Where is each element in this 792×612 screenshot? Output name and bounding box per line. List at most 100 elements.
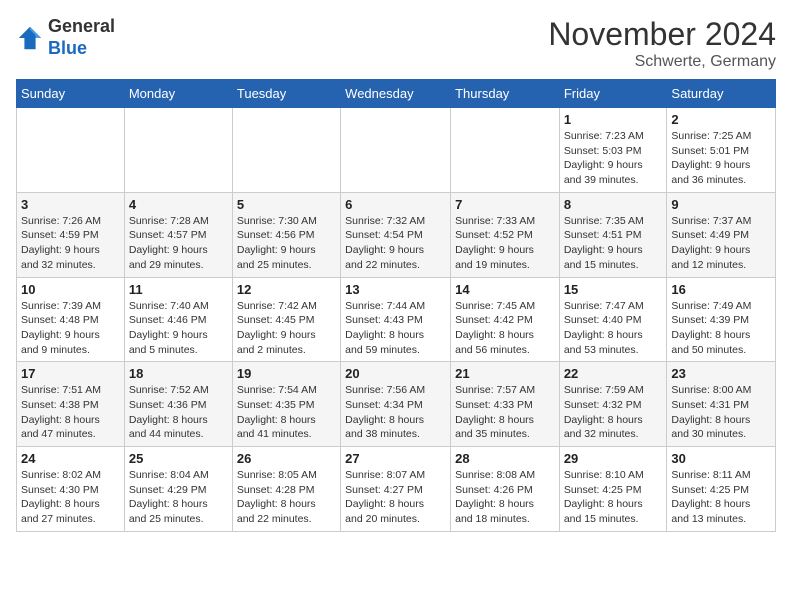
day-info: Sunrise: 8:04 AM Sunset: 4:29 PM Dayligh… <box>129 468 228 527</box>
calendar-cell: 21 Sunrise: 7:57 AM Sunset: 4:33 PM Dayli… <box>451 362 560 447</box>
month-title: November 2024 <box>548 16 776 53</box>
day-number: 4 <box>129 197 228 212</box>
calendar-cell <box>124 108 232 193</box>
calendar-cell: 20 Sunrise: 7:56 AM Sunset: 4:34 PM Dayli… <box>341 362 451 447</box>
day-number: 8 <box>564 197 663 212</box>
day-number: 7 <box>455 197 555 212</box>
calendar-cell: 10 Sunrise: 7:39 AM Sunset: 4:48 PM Dayli… <box>17 277 125 362</box>
logo-icon <box>16 24 44 52</box>
logo-text: General Blue <box>48 16 115 59</box>
day-number: 30 <box>671 451 771 466</box>
day-info: Sunrise: 7:49 AM Sunset: 4:39 PM Dayligh… <box>671 299 771 358</box>
day-info: Sunrise: 7:37 AM Sunset: 4:49 PM Dayligh… <box>671 214 771 273</box>
day-info: Sunrise: 8:05 AM Sunset: 4:28 PM Dayligh… <box>237 468 336 527</box>
day-number: 5 <box>237 197 336 212</box>
day-header-thursday: Thursday <box>451 80 560 108</box>
day-info: Sunrise: 8:11 AM Sunset: 4:25 PM Dayligh… <box>671 468 771 527</box>
day-info: Sunrise: 8:08 AM Sunset: 4:26 PM Dayligh… <box>455 468 555 527</box>
day-header-sunday: Sunday <box>17 80 125 108</box>
calendar-cell: 7 Sunrise: 7:33 AM Sunset: 4:52 PM Daylig… <box>451 192 560 277</box>
day-info: Sunrise: 7:40 AM Sunset: 4:46 PM Dayligh… <box>129 299 228 358</box>
calendar-cell <box>451 108 560 193</box>
day-number: 17 <box>21 366 120 381</box>
day-number: 9 <box>671 197 771 212</box>
calendar-cell: 6 Sunrise: 7:32 AM Sunset: 4:54 PM Daylig… <box>341 192 451 277</box>
day-info: Sunrise: 7:42 AM Sunset: 4:45 PM Dayligh… <box>237 299 336 358</box>
day-info: Sunrise: 7:35 AM Sunset: 4:51 PM Dayligh… <box>564 214 663 273</box>
calendar-cell: 17 Sunrise: 7:51 AM Sunset: 4:38 PM Dayli… <box>17 362 125 447</box>
day-info: Sunrise: 7:26 AM Sunset: 4:59 PM Dayligh… <box>21 214 120 273</box>
day-header-saturday: Saturday <box>667 80 776 108</box>
day-number: 12 <box>237 282 336 297</box>
day-number: 24 <box>21 451 120 466</box>
day-info: Sunrise: 8:10 AM Sunset: 4:25 PM Dayligh… <box>564 468 663 527</box>
calendar-table: SundayMondayTuesdayWednesdayThursdayFrid… <box>16 79 776 532</box>
calendar-cell: 11 Sunrise: 7:40 AM Sunset: 4:46 PM Dayli… <box>124 277 232 362</box>
day-number: 14 <box>455 282 555 297</box>
calendar-cell: 28 Sunrise: 8:08 AM Sunset: 4:26 PM Dayli… <box>451 447 560 532</box>
calendar-cell: 13Sunrise: 7:44 AM Sunset: 4:43 PM Dayli… <box>341 277 451 362</box>
header: General Blue November 2024 Schwerte, Ger… <box>16 16 776 71</box>
day-number: 21 <box>455 366 555 381</box>
day-info: Sunrise: 7:23 AM Sunset: 5:03 PM Dayligh… <box>564 129 663 188</box>
day-info: Sunrise: 7:47 AM Sunset: 4:40 PM Dayligh… <box>564 299 663 358</box>
calendar-cell: 1Sunrise: 7:23 AM Sunset: 5:03 PM Daylig… <box>559 108 667 193</box>
day-number: 18 <box>129 366 228 381</box>
day-number: 13 <box>345 282 446 297</box>
day-number: 25 <box>129 451 228 466</box>
day-info: Sunrise: 7:56 AM Sunset: 4:34 PM Dayligh… <box>345 383 446 442</box>
day-number: 3 <box>21 197 120 212</box>
day-number: 10 <box>21 282 120 297</box>
calendar-week-row: 17 Sunrise: 7:51 AM Sunset: 4:38 PM Dayli… <box>17 362 776 447</box>
day-info: Sunrise: 7:32 AM Sunset: 4:54 PM Dayligh… <box>345 214 446 273</box>
calendar-cell: 23Sunrise: 8:00 AM Sunset: 4:31 PM Dayli… <box>667 362 776 447</box>
calendar-cell: 26 Sunrise: 8:05 AM Sunset: 4:28 PM Dayli… <box>232 447 340 532</box>
day-info: Sunrise: 7:57 AM Sunset: 4:33 PM Dayligh… <box>455 383 555 442</box>
day-header-tuesday: Tuesday <box>232 80 340 108</box>
calendar-cell <box>232 108 340 193</box>
calendar-cell: 29Sunrise: 8:10 AM Sunset: 4:25 PM Dayli… <box>559 447 667 532</box>
day-info: Sunrise: 7:54 AM Sunset: 4:35 PM Dayligh… <box>237 383 336 442</box>
calendar-cell: 22 Sunrise: 7:59 AM Sunset: 4:32 PM Dayli… <box>559 362 667 447</box>
day-number: 28 <box>455 451 555 466</box>
day-number: 19 <box>237 366 336 381</box>
calendar-cell: 4 Sunrise: 7:28 AM Sunset: 4:57 PM Daylig… <box>124 192 232 277</box>
day-info: Sunrise: 7:59 AM Sunset: 4:32 PM Dayligh… <box>564 383 663 442</box>
calendar-cell: 15 Sunrise: 7:47 AM Sunset: 4:40 PM Dayli… <box>559 277 667 362</box>
day-info: Sunrise: 7:51 AM Sunset: 4:38 PM Dayligh… <box>21 383 120 442</box>
day-info: Sunrise: 7:39 AM Sunset: 4:48 PM Dayligh… <box>21 299 120 358</box>
day-header-wednesday: Wednesday <box>341 80 451 108</box>
calendar-cell: 19 Sunrise: 7:54 AM Sunset: 4:35 PM Dayli… <box>232 362 340 447</box>
calendar-cell: 14 Sunrise: 7:45 AM Sunset: 4:42 PM Dayli… <box>451 277 560 362</box>
day-number: 15 <box>564 282 663 297</box>
calendar-cell: 30 Sunrise: 8:11 AM Sunset: 4:25 PM Dayli… <box>667 447 776 532</box>
calendar-week-row: 10 Sunrise: 7:39 AM Sunset: 4:48 PM Dayli… <box>17 277 776 362</box>
day-info: Sunrise: 7:33 AM Sunset: 4:52 PM Dayligh… <box>455 214 555 273</box>
calendar-cell: 8 Sunrise: 7:35 AM Sunset: 4:51 PM Daylig… <box>559 192 667 277</box>
calendar-cell: 27Sunrise: 8:07 AM Sunset: 4:27 PM Dayli… <box>341 447 451 532</box>
calendar-cell <box>17 108 125 193</box>
calendar-body: 1Sunrise: 7:23 AM Sunset: 5:03 PM Daylig… <box>17 108 776 532</box>
day-info: Sunrise: 8:07 AM Sunset: 4:27 PM Dayligh… <box>345 468 446 527</box>
calendar-header-row: SundayMondayTuesdayWednesdayThursdayFrid… <box>17 80 776 108</box>
calendar-cell: 3 Sunrise: 7:26 AM Sunset: 4:59 PM Daylig… <box>17 192 125 277</box>
logo: General Blue <box>16 16 115 59</box>
day-number: 22 <box>564 366 663 381</box>
day-header-monday: Monday <box>124 80 232 108</box>
calendar-cell: 25 Sunrise: 8:04 AM Sunset: 4:29 PM Dayli… <box>124 447 232 532</box>
calendar-cell: 5 Sunrise: 7:30 AM Sunset: 4:56 PM Daylig… <box>232 192 340 277</box>
day-info: Sunrise: 7:52 AM Sunset: 4:36 PM Dayligh… <box>129 383 228 442</box>
calendar-week-row: 24Sunrise: 8:02 AM Sunset: 4:30 PM Dayli… <box>17 447 776 532</box>
day-info: Sunrise: 7:25 AM Sunset: 5:01 PM Dayligh… <box>671 129 771 188</box>
day-info: Sunrise: 7:45 AM Sunset: 4:42 PM Dayligh… <box>455 299 555 358</box>
day-header-friday: Friday <box>559 80 667 108</box>
day-number: 20 <box>345 366 446 381</box>
day-number: 2 <box>671 112 771 127</box>
day-number: 6 <box>345 197 446 212</box>
calendar-cell: 16 Sunrise: 7:49 AM Sunset: 4:39 PM Dayli… <box>667 277 776 362</box>
day-number: 26 <box>237 451 336 466</box>
day-number: 11 <box>129 282 228 297</box>
day-number: 16 <box>671 282 771 297</box>
day-info: Sunrise: 7:30 AM Sunset: 4:56 PM Dayligh… <box>237 214 336 273</box>
day-info: Sunrise: 7:28 AM Sunset: 4:57 PM Dayligh… <box>129 214 228 273</box>
